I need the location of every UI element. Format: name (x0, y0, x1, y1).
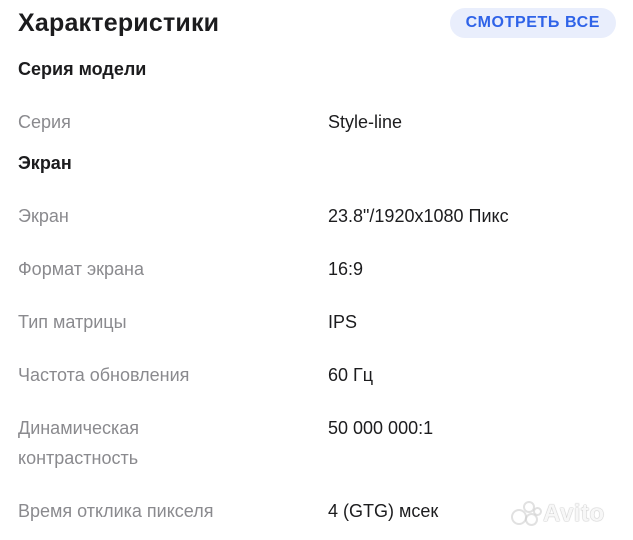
spec-label-refresh-rate: Частота обновления (18, 365, 190, 385)
spec-label-dynamic-contrast-line1: Динамическая (18, 418, 140, 438)
spec-value-screen: 23.8"/1920x1080 Пикс (328, 206, 509, 226)
spec-value-series: Style-line (328, 112, 403, 132)
avito-watermark-text: Avito (543, 500, 605, 527)
header: Характеристики СМОТРЕТЬ ВСЕ (18, 8, 618, 40)
spec-value-matrix-type: IPS (328, 312, 358, 332)
section-title-screen: Экран (18, 153, 72, 173)
spec-label-screen: Экран (18, 206, 69, 226)
characteristics-panel: Характеристики СМОТРЕТЬ ВСЕ Серия модели… (0, 0, 633, 540)
page-title: Характеристики (18, 9, 220, 37)
spec-label-dynamic-contrast-line2: контрастность (18, 448, 139, 468)
spec-label-matrix-type: Тип матрицы (18, 312, 127, 332)
spec-value-aspect-ratio: 16:9 (328, 259, 364, 279)
section-title-model-series: Серия модели (18, 59, 147, 79)
spec-value-dynamic-contrast: 50 000 000:1 (328, 418, 434, 438)
avito-logo-icon (509, 501, 542, 527)
avito-watermark: Avito (509, 498, 619, 530)
spec-label-response-time: Время отклика пикселя (18, 501, 214, 521)
spec-value-refresh-rate: 60 Гц (328, 365, 374, 385)
see-all-button[interactable]: СМОТРЕТЬ ВСЕ (449, 8, 616, 38)
spec-label-aspect-ratio: Формат экрана (18, 259, 144, 279)
spec-label-series: Серия (18, 112, 71, 132)
